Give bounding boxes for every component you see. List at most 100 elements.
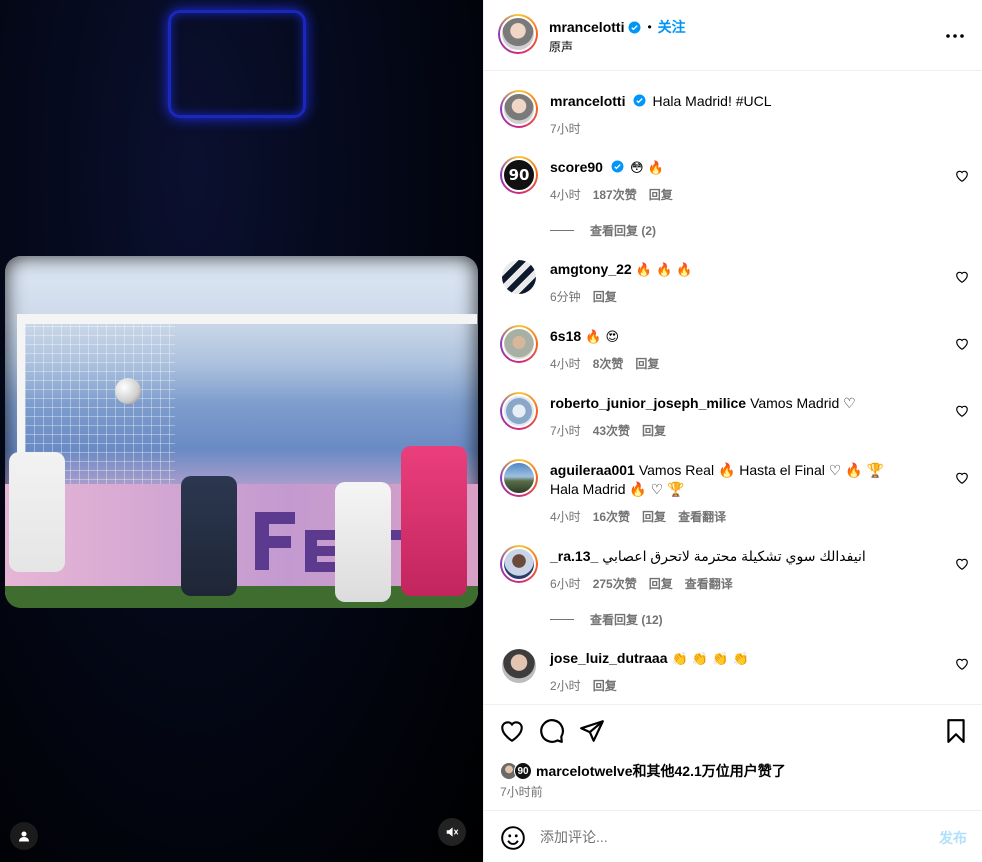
share-icon[interactable] <box>579 718 605 744</box>
audio-label[interactable]: 原声 <box>549 38 573 55</box>
heart-icon[interactable] <box>955 404 969 418</box>
comment-avatar[interactable] <box>500 545 538 583</box>
emoji-icon[interactable] <box>500 825 526 851</box>
post-comment-button[interactable]: 发布 <box>939 828 967 848</box>
post-actions: 90 marcelotwelve 和其他42.1万位用户 赞了 7小时前 <box>484 704 982 810</box>
follow-button[interactable]: 关注 <box>658 17 686 37</box>
goalkeeper <box>401 446 467 596</box>
reply-button[interactable]: 回复 <box>635 357 659 371</box>
comment-avatar[interactable] <box>500 392 538 430</box>
caption-username[interactable]: mrancelotti <box>550 93 625 109</box>
bookmark-icon[interactable] <box>943 718 969 744</box>
caption-text: Hala Madrid! #UCL <box>652 93 772 109</box>
liker-avatar[interactable]: 90 <box>514 762 532 780</box>
likes-summary: 90 marcelotwelve 和其他42.1万位用户 赞了 <box>500 761 786 781</box>
view-replies-button[interactable]: 查看回复 (12) <box>550 611 663 628</box>
reply-button[interactable]: 回复 <box>642 510 666 524</box>
heart-icon[interactable] <box>955 270 969 284</box>
more-options-button[interactable] <box>943 24 967 48</box>
comment-username[interactable]: jose_luiz_dutraaa <box>550 650 668 666</box>
comment-body: score90 😳 🔥 <box>550 158 950 178</box>
comment-likes[interactable]: 275次赞 <box>593 577 637 591</box>
more-icon <box>946 34 964 38</box>
comment-input[interactable] <box>540 825 920 849</box>
tagged-users-button[interactable] <box>10 822 38 850</box>
post-time[interactable]: 7小时前 <box>500 783 543 800</box>
player-white <box>9 452 65 572</box>
comment-body: jose_luiz_dutraaa 👏 👏 👏 👏 <box>550 649 950 669</box>
comment-icon[interactable] <box>539 718 565 744</box>
comment-body: _ra.13_ انيفدالك سوي تشكيلة محترمة لاتحرق… <box>550 547 950 566</box>
translate-button[interactable]: 查看翻译 <box>685 577 733 591</box>
comment-composer: 发布 <box>484 810 982 862</box>
reply-button[interactable]: 回复 <box>593 679 617 693</box>
post-header: mrancelotti • 关注 原声 <box>484 0 982 71</box>
comment-avatar[interactable] <box>500 325 538 363</box>
liked-by-others[interactable]: 其他42.1万位用户 <box>647 761 758 781</box>
liked-by-username[interactable]: marcelotwelve <box>536 763 633 779</box>
translate-button[interactable]: 查看翻译 <box>678 510 726 524</box>
verified-icon <box>611 160 624 173</box>
comment-time[interactable]: 4小时 <box>550 357 581 371</box>
comment-likes[interactable]: 187次赞 <box>593 188 637 202</box>
caption-meta: 7小时 <box>550 120 593 137</box>
liked-by-suffix: 赞了 <box>757 763 786 779</box>
author-avatar[interactable] <box>498 14 538 54</box>
player-navy <box>181 476 237 596</box>
comment-time[interactable]: 7小时 <box>550 424 581 438</box>
reply-button[interactable]: 回复 <box>649 577 673 591</box>
neon-frame-decoration <box>168 10 306 118</box>
view-replies-line <box>550 619 574 620</box>
comment-time[interactable]: 4小时 <box>550 188 581 202</box>
comment-likes[interactable]: 8次赞 <box>593 357 624 371</box>
author-line: mrancelotti • 关注 <box>549 17 686 37</box>
comment-text: Vamos Madrid ♡ <box>750 395 856 411</box>
comment-likes[interactable]: 43次赞 <box>593 424 630 438</box>
comments-list[interactable]: mrancelotti Hala Madrid! #UCL 7小时 90 scor… <box>484 72 982 704</box>
caption-time[interactable]: 7小时 <box>550 122 581 136</box>
author-username[interactable]: mrancelotti <box>549 19 624 35</box>
comment-avatar[interactable] <box>502 649 536 683</box>
heart-icon[interactable] <box>955 471 969 485</box>
caption: mrancelotti Hala Madrid! #UCL 7小时 <box>500 90 970 140</box>
heart-icon[interactable] <box>955 657 969 671</box>
comment-text: انيفدالك سوي تشكيلة محترمة لاتحرق اعصابي <box>602 548 866 564</box>
comment-avatar[interactable] <box>502 260 536 294</box>
separator-dot: • <box>647 20 652 34</box>
liked-by-connector: 和 <box>632 763 647 779</box>
comment-meta: 7小时 43次赞 回复 <box>550 422 678 439</box>
comment-time[interactable]: 6分钟 <box>550 290 581 304</box>
heart-icon[interactable] <box>955 337 969 351</box>
comment-time[interactable]: 4小时 <box>550 510 581 524</box>
reply-button[interactable]: 回复 <box>593 290 617 304</box>
caption-avatar[interactable] <box>500 90 538 128</box>
comment-likes[interactable]: 16次赞 <box>593 510 630 524</box>
comment-username[interactable]: _ra.13_ <box>550 548 598 564</box>
heart-icon[interactable] <box>955 557 969 571</box>
post-video[interactable] <box>0 0 483 862</box>
comment-time[interactable]: 2小时 <box>550 679 581 693</box>
comment-username[interactable]: score90 <box>550 159 603 175</box>
reply-button[interactable]: 回复 <box>642 424 666 438</box>
comment-username[interactable]: roberto_junior_joseph_milice <box>550 395 746 411</box>
comment-time[interactable]: 6小时 <box>550 577 581 591</box>
comment-item: aguileraa001 Vamos Real 🔥 Hasta el Final … <box>500 459 970 539</box>
comment-meta: 6分钟 回复 <box>550 288 629 305</box>
comment-username[interactable]: amgtony_22 <box>550 261 632 277</box>
comment-avatar[interactable] <box>500 459 538 497</box>
mute-icon <box>446 827 459 837</box>
user-tag-icon <box>19 831 29 842</box>
comment-avatar[interactable]: 90 <box>500 156 538 194</box>
heart-icon[interactable] <box>955 169 969 183</box>
comment-username[interactable]: aguileraa001 <box>550 462 635 478</box>
comment-body: roberto_junior_joseph_milice Vamos Madrid… <box>550 394 950 413</box>
comment-body: aguileraa001 Vamos Real 🔥 Hasta el Final … <box>550 461 910 499</box>
comment-meta: 4小时 16次赞 回复 查看翻译 <box>550 508 738 525</box>
mute-button[interactable] <box>438 818 466 846</box>
heart-icon[interactable] <box>499 718 525 744</box>
comment-username[interactable]: 6s18 <box>550 328 581 344</box>
reply-button[interactable]: 回复 <box>649 188 673 202</box>
view-replies-line <box>550 230 574 231</box>
view-replies-button[interactable]: 查看回复 (2) <box>550 222 656 239</box>
view-replies-label: 查看回复 (2) <box>590 224 657 238</box>
